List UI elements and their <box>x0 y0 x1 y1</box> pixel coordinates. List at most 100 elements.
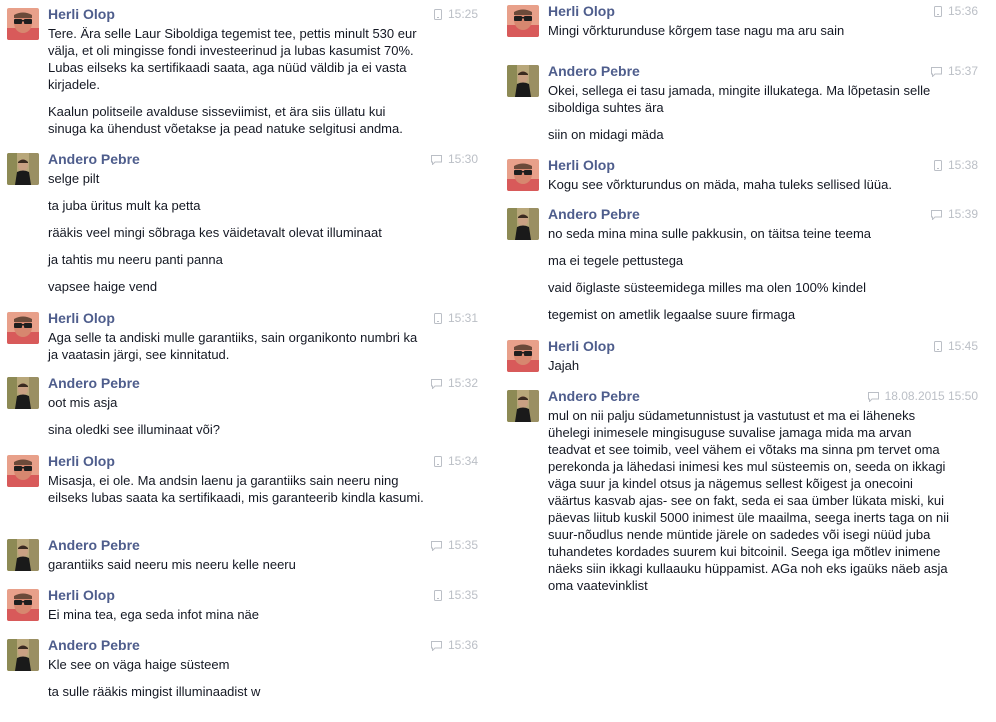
sender-name[interactable]: Andero Pebre <box>548 388 640 405</box>
sender-name[interactable]: Andero Pebre <box>548 206 640 223</box>
avatar-andero-pebre[interactable] <box>7 639 39 671</box>
message-meta: 15:38 <box>933 158 978 175</box>
chat-bubble-icon <box>430 640 442 655</box>
message-meta: 15:37 <box>930 64 978 81</box>
timestamp: 15:45 <box>947 339 978 353</box>
avatar-herli-olop[interactable] <box>7 312 39 344</box>
message-meta: 15:35 <box>433 588 478 605</box>
message-meta: 15:39 <box>930 207 978 224</box>
chat-bubble-icon <box>930 209 942 224</box>
message-text: Misasja, ei ole. Ma andsin laenu ja gara… <box>48 473 424 505</box>
message-text: vaid õiglaste süsteemidega milles ma ole… <box>548 280 866 295</box>
timestamp: 15:38 <box>947 158 978 172</box>
message-text: ta juba üritus mult ka petta <box>48 198 201 213</box>
mobile-phone-icon <box>933 341 942 356</box>
sender-name[interactable]: Herli Olop <box>48 6 115 23</box>
message-body: Misasja, ei ole. Ma andsin laenu ja gara… <box>48 472 426 506</box>
message-meta: 15:36 <box>430 638 478 655</box>
message-text: Tere. Ära selle Laur Siboldiga tegemist … <box>48 26 417 92</box>
message-text: Okei, sellega ei tasu jamada, mingite il… <box>548 83 931 115</box>
message-body: Kogu see võrkturundus on mäda, maha tule… <box>548 176 956 193</box>
avatar-herli-olop[interactable] <box>7 589 39 621</box>
chat-bubble-icon <box>430 154 442 169</box>
chat-bubble-icon <box>430 540 442 555</box>
message-text: rääkis veel mingi sõbraga kes väidetaval… <box>48 225 382 240</box>
message-body: Tere. Ära selle Laur Siboldiga tegemist … <box>48 25 426 137</box>
message-meta: 15:30 <box>430 152 478 169</box>
avatar-andero-pebre[interactable] <box>7 153 39 185</box>
message-body: Kle see on väga haige süsteem ta sulle rä… <box>48 656 426 700</box>
timestamp: 15:32 <box>447 376 478 390</box>
mobile-phone-icon <box>433 456 442 471</box>
avatar-herli-olop[interactable] <box>507 340 539 372</box>
timestamp: 15:34 <box>447 454 478 468</box>
sender-name[interactable]: Herli Olop <box>48 310 115 327</box>
message-text: vapsee haige vend <box>48 279 158 294</box>
sender-name[interactable]: Andero Pebre <box>48 375 140 392</box>
message-text: Mingi võrkturunduse kõrgem tase nagu ma … <box>548 23 845 38</box>
message-meta: 15:32 <box>430 376 478 393</box>
message-body: selge pilt ta juba üritus mult ka petta rä… <box>48 170 426 295</box>
timestamp: 15:25 <box>447 7 478 21</box>
message-text: Kogu see võrkturundus on mäda, maha tule… <box>548 177 892 192</box>
avatar-andero-pebre[interactable] <box>7 539 39 571</box>
message-text: Kle see on väga haige süsteem <box>48 657 230 672</box>
message-meta: 18.08.2015 15:50 <box>867 389 978 406</box>
sender-name[interactable]: Herli Olop <box>548 157 615 174</box>
sender-name[interactable]: Herli Olop <box>48 587 115 604</box>
message-body: garantiiks said neeru mis neeru kelle ne… <box>48 556 426 573</box>
timestamp: 15:30 <box>447 152 478 166</box>
message-text: ta sulle rääkis mingist illuminaadist w <box>48 684 261 699</box>
message-text: sina oledki see illuminaat või? <box>48 422 220 437</box>
sender-name[interactable]: Herli Olop <box>548 3 615 20</box>
mobile-phone-icon <box>433 590 442 605</box>
message-text: selge pilt <box>48 171 100 186</box>
message-text: ja tahtis mu neeru panti panna <box>48 252 223 267</box>
mobile-phone-icon <box>933 160 942 175</box>
timestamp: 15:39 <box>947 207 978 221</box>
mobile-phone-icon <box>433 9 442 24</box>
avatar-herli-olop[interactable] <box>7 8 39 40</box>
message-body: Jajah <box>548 357 956 374</box>
timestamp: 18.08.2015 15:50 <box>884 389 978 403</box>
sender-name[interactable]: Andero Pebre <box>48 537 140 554</box>
timestamp: 15:36 <box>947 4 978 18</box>
timestamp: 15:35 <box>447 588 478 602</box>
message-text: no seda mina mina sulle pakkusin, on täi… <box>548 226 872 241</box>
avatar-herli-olop[interactable] <box>507 5 539 37</box>
timestamp: 15:36 <box>447 638 478 652</box>
message-body: Okei, sellega ei tasu jamada, mingite il… <box>548 82 956 143</box>
message-meta: 15:25 <box>433 7 478 24</box>
message-text: oot mis asja <box>48 395 118 410</box>
timestamp: 15:31 <box>447 311 478 325</box>
message-text: tegemist on ametlik legaalse suure firma… <box>548 307 796 322</box>
message-meta: 15:35 <box>430 538 478 555</box>
avatar-herli-olop[interactable] <box>7 455 39 487</box>
mobile-phone-icon <box>933 6 942 21</box>
avatar-andero-pebre[interactable] <box>507 208 539 240</box>
message-body: mul on nii palju südametunnistust ja vas… <box>548 407 956 594</box>
message-body: Aga selle ta andiski mulle garantiiks, s… <box>48 329 426 363</box>
avatar-andero-pebre[interactable] <box>7 377 39 409</box>
avatar-herli-olop[interactable] <box>507 159 539 191</box>
message-body: Ei mina tea, ega seda infot mina näe <box>48 606 426 623</box>
timestamp: 15:35 <box>447 538 478 552</box>
mobile-phone-icon <box>433 313 442 328</box>
sender-name[interactable]: Herli Olop <box>548 338 615 355</box>
timestamp: 15:37 <box>947 64 978 78</box>
avatar-andero-pebre[interactable] <box>507 65 539 97</box>
chat-bubble-icon <box>430 378 442 393</box>
avatar-andero-pebre[interactable] <box>507 390 539 422</box>
message-text: mul on nii palju südametunnistust ja vas… <box>548 408 950 593</box>
message-text: Jajah <box>548 358 580 373</box>
message-text: garantiiks said neeru mis neeru kelle ne… <box>48 557 296 572</box>
chat-bubble-icon <box>867 391 879 406</box>
sender-name[interactable]: Andero Pebre <box>48 151 140 168</box>
chat-bubble-icon <box>930 66 942 81</box>
sender-name[interactable]: Andero Pebre <box>548 63 640 80</box>
message-text: Ei mina tea, ega seda infot mina näe <box>48 607 260 622</box>
sender-name[interactable]: Herli Olop <box>48 453 115 470</box>
sender-name[interactable]: Andero Pebre <box>48 637 140 654</box>
message-text: siin on midagi mäda <box>548 127 664 142</box>
message-meta: 15:31 <box>433 311 478 328</box>
